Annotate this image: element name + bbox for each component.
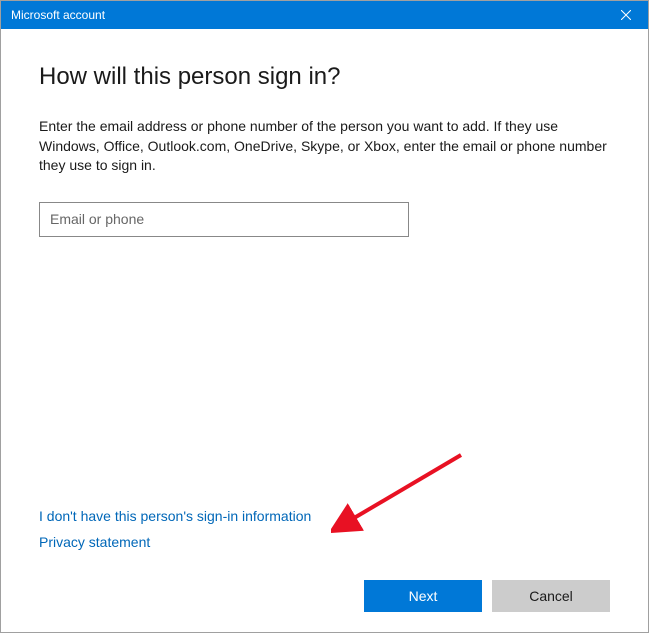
close-icon <box>621 10 631 20</box>
close-button[interactable] <box>603 1 648 29</box>
no-signin-info-link[interactable]: I don't have this person's sign-in infor… <box>39 508 311 524</box>
button-row: Next Cancel <box>39 580 610 612</box>
next-button[interactable]: Next <box>364 580 482 612</box>
titlebar: Microsoft account <box>1 1 648 29</box>
window-title: Microsoft account <box>11 8 105 22</box>
spacer <box>39 237 610 508</box>
privacy-statement-link[interactable]: Privacy statement <box>39 534 150 550</box>
links-section: I don't have this person's sign-in infor… <box>39 508 610 560</box>
content-area: How will this person sign in? Enter the … <box>1 29 648 632</box>
email-phone-input[interactable] <box>39 202 409 237</box>
page-heading: How will this person sign in? <box>39 63 610 91</box>
cancel-button[interactable]: Cancel <box>492 580 610 612</box>
dialog-window: Microsoft account How will this person s… <box>0 0 649 633</box>
description-text: Enter the email address or phone number … <box>39 117 610 176</box>
